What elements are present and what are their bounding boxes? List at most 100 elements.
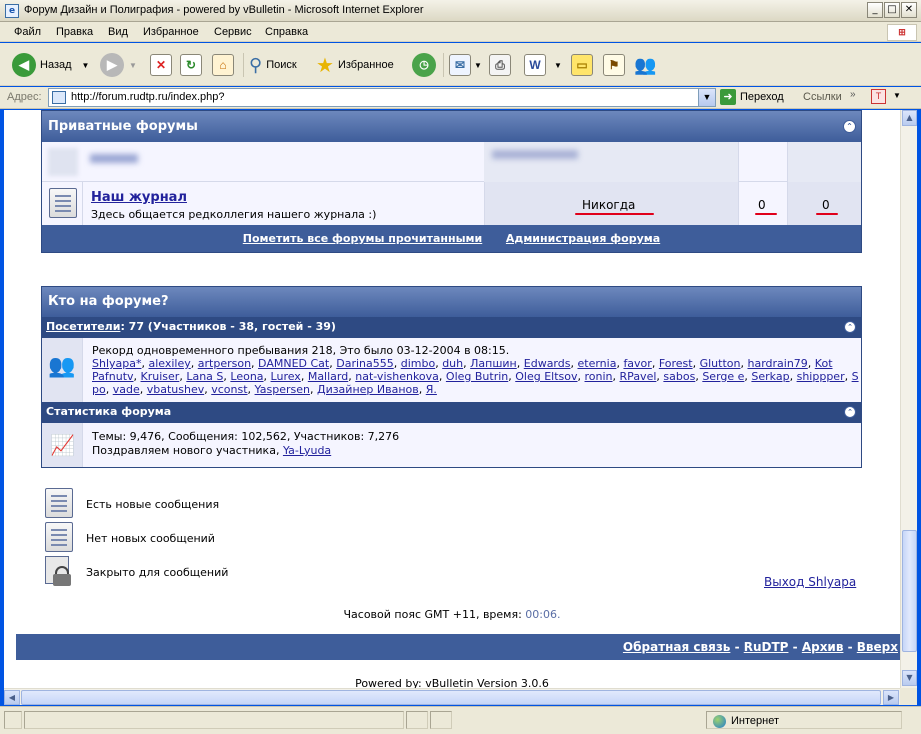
search-button[interactable]: ⚲ Поиск — [249, 51, 297, 79]
online-user-link[interactable]: Shlyapa* — [92, 357, 141, 370]
collapse-icon[interactable]: ⌃ — [843, 120, 856, 133]
online-user-link[interactable]: Kruiser — [141, 370, 180, 383]
scroll-left-icon[interactable]: ◀ — [4, 690, 20, 705]
discuss-button[interactable]: ▭ — [571, 51, 593, 79]
scroll-down-icon[interactable]: ▼ — [902, 670, 917, 686]
online-user-link[interactable]: alexiley — [148, 357, 190, 370]
online-user-link[interactable]: artperson — [198, 357, 251, 370]
menu-help[interactable]: Справка — [265, 26, 308, 38]
collapse-icon[interactable]: ⌃ — [844, 321, 856, 333]
contact-link[interactable]: Обратная связь — [623, 640, 730, 654]
forward-dropdown-icon[interactable]: ▼ — [129, 61, 137, 70]
address-url[interactable]: http://forum.rudtp.ru/index.php? — [71, 91, 224, 103]
online-user-link[interactable]: hardrain79 — [747, 357, 807, 370]
address-dropdown-icon[interactable]: ▼ — [698, 89, 715, 106]
forum-row: Наш журнал Здесь общается редколлегия на… — [42, 182, 861, 225]
online-user-link[interactable]: sabos — [663, 370, 695, 383]
horizontal-scrollbar[interactable]: ◀ ▶ — [4, 688, 900, 705]
horizontal-scroll-thumb[interactable] — [21, 690, 881, 705]
online-user-link[interactable]: RPavel — [620, 370, 657, 383]
online-user-link[interactable]: vconst — [211, 383, 247, 396]
favorites-button[interactable]: ★ Избранное — [316, 51, 394, 79]
collapse-icon[interactable]: ⌃ — [844, 406, 856, 418]
menu-file[interactable]: Файл — [14, 26, 41, 38]
print-button[interactable]: ⎙ — [489, 51, 511, 79]
forward-button[interactable]: ▶ ▼ — [100, 51, 137, 79]
menu-view[interactable]: Вид — [108, 26, 128, 38]
vertical-scroll-thumb[interactable] — [902, 530, 917, 652]
edit-button[interactable]: W ▼ — [524, 51, 562, 79]
stop-button[interactable]: ✕ — [150, 51, 172, 79]
refresh-button[interactable]: ↻ — [180, 51, 202, 79]
online-user-link[interactable]: shippper — [797, 370, 845, 383]
back-dropdown-icon[interactable]: ▼ — [82, 61, 90, 70]
archive-link[interactable]: Архив — [802, 640, 844, 654]
online-user-link[interactable]: Лапшин — [470, 357, 517, 370]
forum-title-link[interactable]: Наш журнал — [91, 190, 187, 205]
logout-link[interactable]: Выход Shlyapa — [764, 575, 856, 589]
online-user-link[interactable]: Oleg Eltsov — [515, 370, 577, 383]
window-title: Форум Дизайн и Полиграфия - powered by v… — [24, 4, 424, 16]
minimize-button[interactable]: _ — [867, 2, 883, 18]
rudtp-link[interactable]: RuDTP — [744, 640, 789, 654]
go-button[interactable]: ➜ Переход — [720, 89, 784, 105]
messenger-button[interactable]: 👥 — [634, 51, 656, 79]
visitors-link[interactable]: Посетители — [46, 320, 120, 333]
online-user-link[interactable]: Serkap — [751, 370, 789, 383]
online-user-link[interactable]: Yaspersen — [255, 383, 310, 396]
legend-no-new-posts: Нет новых сообщений — [86, 532, 215, 545]
home-button[interactable]: ⌂ — [212, 51, 234, 79]
edit-dropdown-icon[interactable]: ▼ — [554, 61, 562, 70]
online-user-link[interactable]: dimbo — [401, 357, 435, 370]
online-user-link[interactable]: Serge e — [702, 370, 744, 383]
page-icon — [52, 91, 66, 104]
online-user-link[interactable]: Lurex — [271, 370, 301, 383]
online-user-link[interactable]: Oleg Butrin — [446, 370, 508, 383]
mark-forums-read-link[interactable]: Пометить все форумы прочитанными — [243, 232, 482, 245]
translate-icon[interactable]: T — [871, 89, 886, 104]
online-user-link[interactable]: Я. — [426, 383, 437, 396]
scroll-up-icon[interactable]: ▲ — [902, 110, 917, 126]
online-user-link[interactable]: Дизайнер Иванов — [317, 383, 419, 396]
mail-button[interactable]: ✉ ▼ — [449, 51, 482, 79]
online-user-link[interactable]: favor — [623, 357, 651, 370]
online-user-link[interactable]: Edwards — [524, 357, 571, 370]
newest-member-link[interactable]: Ya-Lyuda — [283, 444, 331, 457]
history-button[interactable]: ◷ — [412, 51, 436, 79]
search-icon: ⚲ — [249, 54, 263, 75]
top-link[interactable]: Вверх — [857, 640, 898, 654]
online-user-link[interactable]: Leona — [230, 370, 263, 383]
online-user-link[interactable]: Darina555 — [336, 357, 394, 370]
links-toolbar[interactable]: Ссылки — [803, 91, 842, 103]
back-button[interactable]: ◀ Назад ▼ — [12, 51, 89, 79]
translate-dropdown-icon[interactable]: ▼ — [893, 91, 901, 100]
research-button[interactable]: ⚑ — [603, 51, 625, 79]
menu-favorites[interactable]: Избранное — [143, 26, 199, 38]
menu-tools[interactable]: Сервис — [214, 26, 252, 38]
forward-arrow-icon: ▶ — [100, 53, 124, 77]
chevron-right-icon[interactable]: » — [850, 89, 856, 100]
online-user-link[interactable]: nat-vishenkova — [355, 370, 439, 383]
online-user-link[interactable]: DAMNED Cat — [258, 357, 329, 370]
forum-leaders-link[interactable]: Администрация форума — [506, 232, 660, 245]
maximize-button[interactable]: □ — [884, 2, 900, 18]
vertical-scrollbar[interactable]: ▲ ▼ — [900, 110, 917, 688]
menu-edit[interactable]: Правка — [56, 26, 93, 38]
address-input[interactable]: http://forum.rudtp.ru/index.php? ▼ — [48, 88, 716, 107]
scroll-right-icon[interactable]: ▶ — [883, 690, 899, 705]
online-user-link[interactable]: Lana S — [186, 370, 223, 383]
close-button[interactable]: ✕ — [901, 2, 917, 18]
online-user-link[interactable]: eternia — [577, 357, 616, 370]
online-user-link[interactable]: Forest — [659, 357, 693, 370]
online-user-link[interactable]: ronin — [585, 370, 613, 383]
online-user-link[interactable]: Mallard — [308, 370, 348, 383]
online-user-link[interactable]: vade — [113, 383, 140, 396]
blurred-threads — [738, 142, 787, 182]
timezone-text: Часовой пояс GMT +11, время: — [343, 608, 526, 621]
online-user-link[interactable]: vbatushev — [147, 383, 205, 396]
red-underline-annotation — [575, 213, 654, 215]
online-user-link[interactable]: duh — [442, 357, 463, 370]
online-record: Рекорд одновременного пребывания 218, Эт… — [92, 344, 510, 357]
online-user-link[interactable]: Glutton — [700, 357, 741, 370]
mail-dropdown-icon[interactable]: ▼ — [474, 61, 482, 70]
